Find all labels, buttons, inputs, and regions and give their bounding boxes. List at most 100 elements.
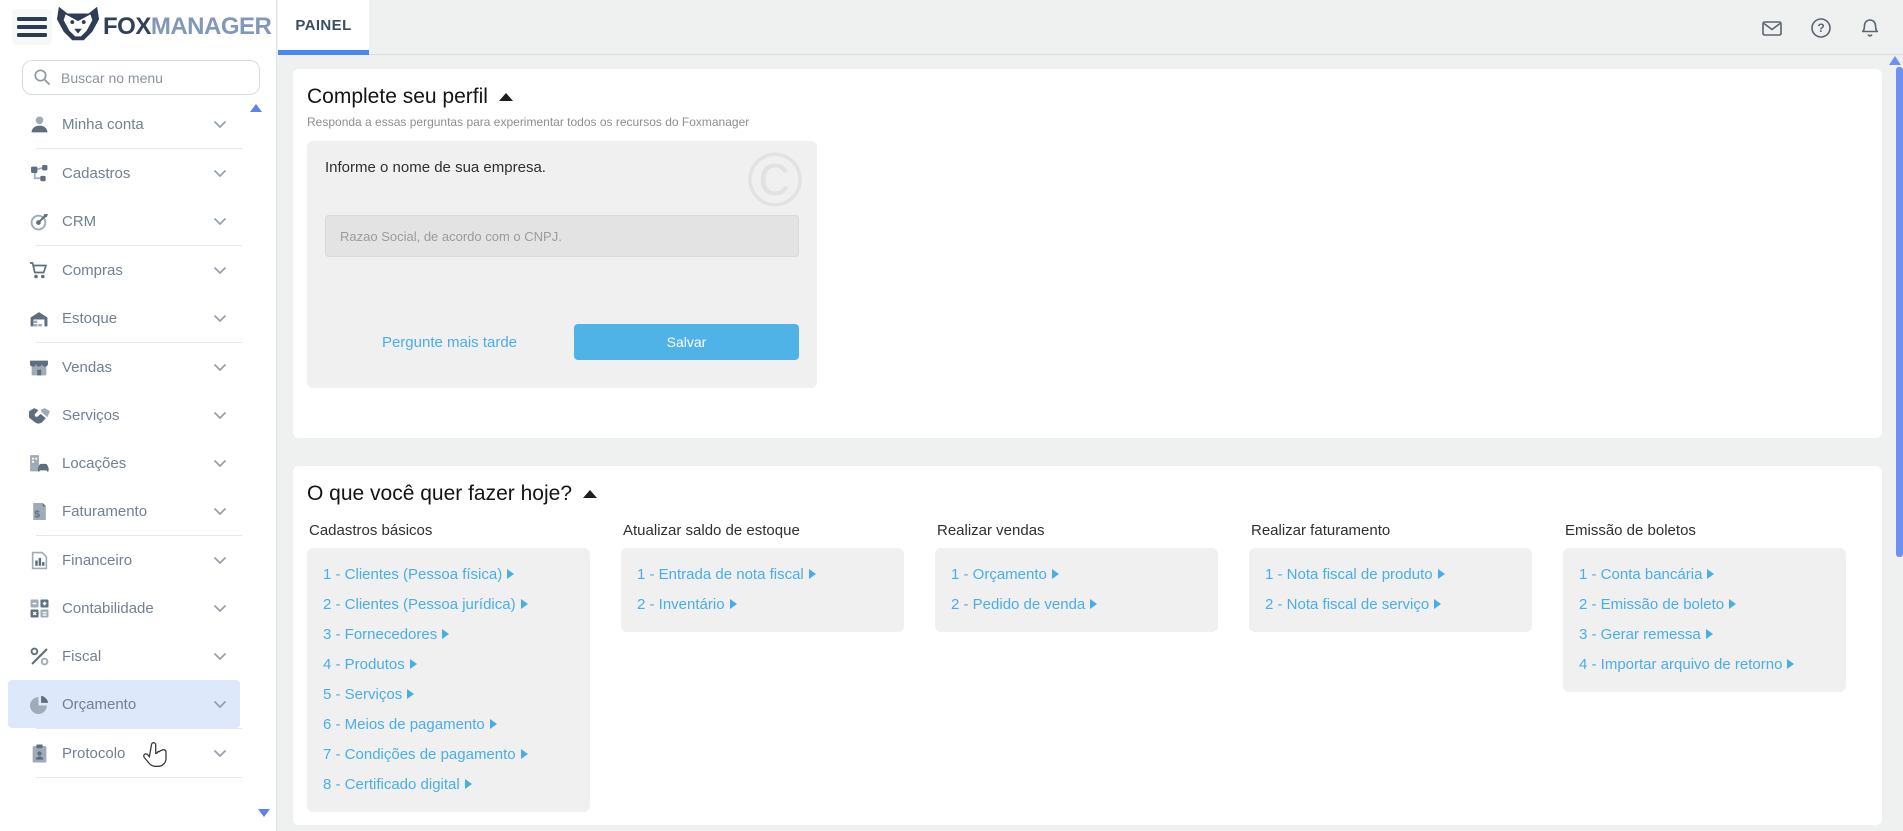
task-link-1-conta-bancaria[interactable]: 1 - Conta bancária [1579, 560, 1830, 590]
task-link-2-emissao-de-boleto[interactable]: 2 - Emissão de boleto [1579, 590, 1830, 620]
task-column-emissao-de-boletos: Emissão de boletos 1 - Conta bancária 2 - … [1563, 522, 1846, 812]
task-column-panel: 1 - Nota fiscal de produto 2 - Nota fisca… [1249, 548, 1532, 632]
play-arrow-icon [1787, 659, 1795, 669]
chevron-down-icon [214, 120, 226, 128]
sidebar-item-locacoes[interactable]: Locações [8, 439, 240, 487]
handshake-icon [28, 406, 50, 425]
help-icon[interactable]: ? [1810, 17, 1832, 39]
tasks-card: O que você quer fazer hoje? Cadastros bá… [293, 466, 1882, 825]
search-input[interactable] [22, 60, 260, 95]
play-arrow-icon [1051, 569, 1059, 579]
task-link-1-orcamento[interactable]: 1 - Orçamento [951, 560, 1202, 590]
tab-painel[interactable]: PAINEL [278, 0, 369, 55]
sidebar-item-protocolo[interactable]: Protocolo [8, 729, 240, 777]
task-link-3-gerar-remessa[interactable]: 3 - Gerar remessa [1579, 620, 1830, 650]
clipboard-icon [28, 744, 50, 763]
sidebar-menu: Minha conta Cadastros CRM Compras Estoque Ven… [0, 100, 248, 778]
sidebar-item-fiscal[interactable]: Fiscal [8, 632, 240, 680]
sidebar-item-cadastros[interactable]: Cadastros [8, 149, 240, 197]
task-column-header: Cadastros básicos [309, 522, 433, 539]
task-column-header: Atualizar saldo de estoque [623, 522, 800, 539]
page-scrollbar-thumb[interactable] [1896, 67, 1903, 557]
sidebar-item-orcamento[interactable]: Orçamento [8, 680, 240, 728]
profile-panel-footer: Pergunte mais tarde Salvar [325, 324, 799, 360]
chevron-down-icon [214, 459, 226, 467]
task-link-2-clientes-pessoa-juridica[interactable]: 2 - Clientes (Pessoa jurídica) [323, 590, 574, 620]
tasks-card-title-text: O que você quer fazer hoje? [307, 482, 573, 505]
task-columns: Cadastros básicos 1 - Clientes (Pessoa fí… [307, 522, 1868, 812]
fox-logo-icon [56, 5, 100, 48]
task-link-7-condicoes-de-pagamento[interactable]: 7 - Condições de pagamento [323, 740, 574, 770]
mail-icon[interactable] [1761, 17, 1783, 39]
play-arrow-icon [520, 599, 528, 609]
play-arrow-icon [1090, 599, 1098, 609]
play-arrow-icon [1705, 629, 1713, 639]
sidebar-item-label: Financeiro [62, 551, 133, 569]
task-link-4-importar-arquivo-de-retorno[interactable]: 4 - Importar arquivo de retorno [1579, 650, 1830, 680]
task-link-5-servicos[interactable]: 5 - Serviços [323, 680, 574, 710]
sidebar-item-label: Estoque [62, 309, 118, 327]
save-button[interactable]: Salvar [574, 324, 799, 360]
sidebar-item-contabilidade[interactable]: Contabilidade [8, 584, 240, 632]
sidebar-item-estoque[interactable]: Estoque [8, 294, 240, 342]
sidebar-header: FOXMANAGER [0, 0, 276, 52]
main-content: Complete seu perfil Responda a essas per… [278, 55, 1903, 831]
chevron-down-icon [214, 217, 226, 225]
sidebar-item-servicos[interactable]: Serviços [8, 391, 240, 439]
notifications-bell-icon[interactable] [1859, 17, 1881, 39]
collapse-section-icon[interactable] [583, 490, 598, 498]
sidebar-item-label: Vendas [62, 358, 113, 376]
user-icon [28, 115, 50, 134]
collapse-section-icon[interactable] [498, 93, 513, 101]
sidebar-item-label: Orçamento [62, 695, 137, 713]
task-column-realizar-vendas: Realizar vendas 1 - Orçamento 2 - Pedido d… [935, 522, 1218, 812]
task-link-2-inventario[interactable]: 2 - Inventário [637, 590, 888, 620]
hamburger-menu-icon[interactable] [12, 9, 52, 45]
topbar-icons: ? [1761, 0, 1881, 55]
cart-icon [28, 261, 50, 280]
task-column-panel: 1 - Conta bancária 2 - Emissão de boleto 3… [1563, 548, 1846, 692]
sidebar-scroll-down-icon[interactable] [258, 809, 270, 817]
task-column-atualizar-saldo-de-estoque: Atualizar saldo de estoque 1 - Entrada de… [621, 522, 904, 812]
play-arrow-icon [729, 599, 737, 609]
task-link-1-nota-fiscal-de-produto[interactable]: 1 - Nota fiscal de produto [1265, 560, 1516, 590]
sidebar-item-minha-conta[interactable]: Minha conta [8, 100, 240, 148]
sidebar-item-label: Cadastros [62, 164, 131, 182]
task-link-4-produtos[interactable]: 4 - Produtos [323, 650, 574, 680]
task-column-header: Emissão de boletos [1565, 522, 1696, 539]
sidebar-item-crm[interactable]: CRM [8, 197, 240, 245]
warehouse-icon [28, 309, 50, 328]
sidebar-item-vendas[interactable]: Vendas [8, 343, 240, 391]
sidebar-item-label: Serviços [62, 406, 120, 424]
play-arrow-icon [1437, 569, 1445, 579]
task-link-6-meios-de-pagamento[interactable]: 6 - Meios de pagamento [323, 710, 574, 740]
sidebar-item-compras[interactable]: Compras [8, 246, 240, 294]
task-column-panel: 1 - Clientes (Pessoa física) 2 - Clientes… [307, 548, 590, 812]
sidebar-scroll-up-icon[interactable] [250, 104, 262, 112]
task-column-header: Realizar faturamento [1251, 522, 1391, 539]
company-name-input[interactable] [325, 215, 799, 257]
sidebar-item-financeiro[interactable]: Financeiro [8, 536, 240, 584]
play-arrow-icon [507, 569, 515, 579]
profile-question: Informe o nome de sua empresa. [325, 159, 546, 176]
play-arrow-icon [464, 779, 472, 789]
page-scroll-up-icon[interactable] [1889, 56, 1901, 65]
chevron-down-icon [214, 314, 226, 322]
tasks-card-title: O que você quer fazer hoje? [307, 482, 1868, 506]
task-link-1-entrada-de-nota-fiscal[interactable]: 1 - Entrada de nota fiscal [637, 560, 888, 590]
calculator-icon [28, 599, 50, 618]
task-link-1-clientes-pessoa-fisica[interactable]: 1 - Clientes (Pessoa física) [323, 560, 574, 590]
chevron-down-icon [214, 507, 226, 515]
svg-text:?: ? [1817, 21, 1824, 35]
profile-card-title-text: Complete seu perfil [307, 85, 488, 108]
task-link-8-certificado-digital[interactable]: 8 - Certificado digital [323, 770, 574, 800]
copyright-watermark: © [747, 138, 803, 223]
task-link-2-nota-fiscal-de-servico[interactable]: 2 - Nota fiscal de serviço [1265, 590, 1516, 620]
task-link-3-fornecedores[interactable]: 3 - Fornecedores [323, 620, 574, 650]
search-icon [34, 69, 50, 85]
task-link-2-pedido-de-venda[interactable]: 2 - Pedido de venda [951, 590, 1202, 620]
sidebar-item-faturamento[interactable]: $ Faturamento [8, 487, 240, 535]
invoice-icon: $ [28, 502, 50, 521]
ask-later-link[interactable]: Pergunte mais tarde [325, 334, 574, 351]
play-arrow-icon [407, 689, 415, 699]
